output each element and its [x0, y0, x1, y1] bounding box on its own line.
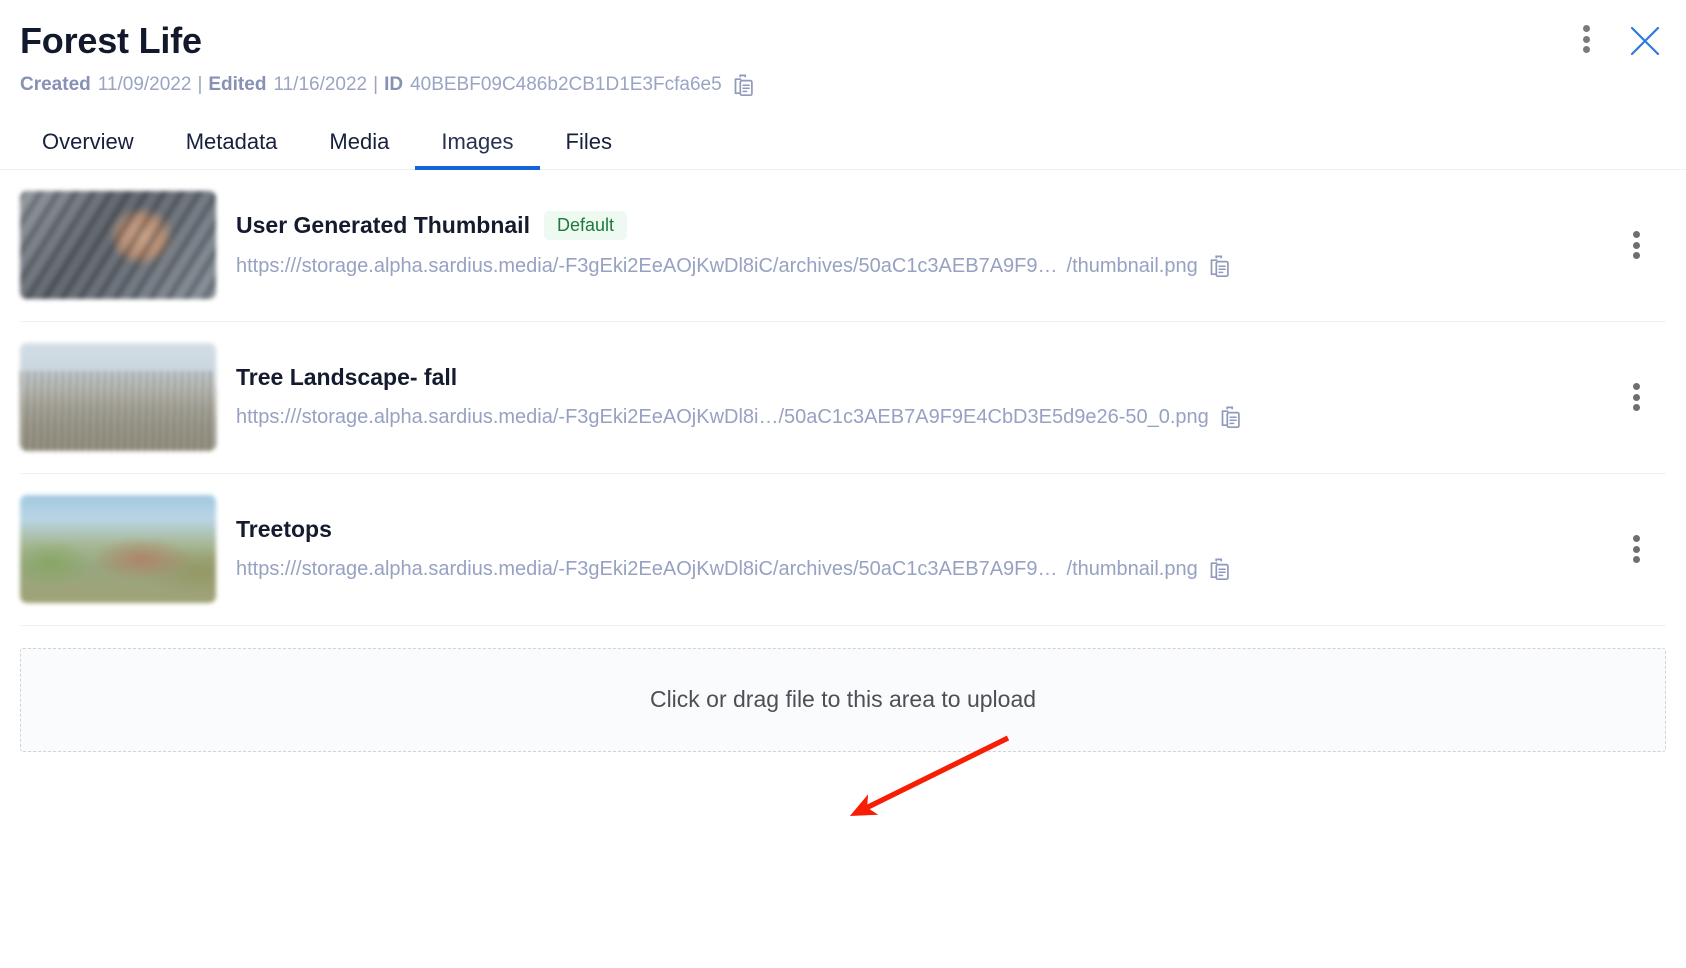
upload-section: Click or drag file to this area to uploa… — [0, 626, 1686, 752]
kebab-dot — [1582, 35, 1590, 43]
default-badge: Default — [543, 211, 628, 241]
kebab-dot — [1632, 535, 1640, 543]
window-controls — [1574, 22, 1664, 60]
copy-url-icon[interactable] — [1208, 255, 1232, 280]
image-url: https:///storage.alpha.sardius.media/-F3… — [236, 255, 1058, 278]
image-row-title-line: Treetops — [236, 516, 1606, 543]
tab-media[interactable]: Media — [303, 119, 415, 169]
created-value: 11/09/2022 — [97, 74, 192, 95]
image-title: Tree Landscape- fall — [236, 364, 458, 391]
image-row-menu-button[interactable] — [1606, 380, 1666, 414]
image-url-tail: /thumbnail.png — [1066, 255, 1198, 278]
kebab-menu-icon — [1624, 380, 1648, 414]
image-row-body: Tree Landscape- fall https:///storage.al… — [236, 364, 1606, 430]
image-thumbnail[interactable] — [20, 343, 216, 452]
tab-overview[interactable]: Overview — [20, 119, 160, 169]
copy-id-icon[interactable] — [732, 74, 756, 99]
kebab-dot — [1632, 393, 1640, 401]
image-url: https:///storage.alpha.sardius.media/-F3… — [236, 406, 1209, 429]
kebab-dot — [1632, 231, 1640, 239]
kebab-dot — [1632, 556, 1640, 564]
kebab-menu-icon — [1624, 532, 1648, 566]
page-title: Forest Life — [20, 20, 202, 61]
edited-value: 11/16/2022 — [273, 74, 368, 95]
kebab-dot — [1632, 545, 1640, 553]
tab-files[interactable]: Files — [540, 119, 638, 169]
image-row[interactable]: Tree Landscape- fall https:///storage.al… — [20, 322, 1666, 474]
tab-images[interactable]: Images — [415, 119, 540, 170]
kebab-dot — [1632, 383, 1640, 391]
meta-separator-1: | — [197, 74, 203, 95]
panel-more-menu-button[interactable] — [1574, 22, 1598, 56]
created-label: Created — [20, 74, 91, 95]
image-thumbnail[interactable] — [20, 191, 216, 300]
image-row[interactable]: Treetops https:///storage.alpha.sardius.… — [20, 474, 1666, 626]
metadata-line: Created 11/09/2022 | Edited 11/16/2022 |… — [20, 72, 1662, 99]
image-row[interactable]: User Generated Thumbnail Default https:/… — [20, 170, 1666, 322]
image-row-body: Treetops https:///storage.alpha.sardius.… — [236, 516, 1606, 582]
tab-bar: Overview Metadata Media Images Files — [0, 119, 1686, 170]
image-detail-panel: Forest Life Created 11/09/2022 | Edited … — [0, 0, 1686, 968]
image-row-menu-button[interactable] — [1606, 532, 1666, 566]
image-thumbnail[interactable] — [20, 495, 216, 604]
kebab-menu-icon — [1624, 228, 1648, 262]
id-value: 40BEBF09C486b2CB1D1E3Fcfa6e5 — [410, 74, 722, 95]
image-title: User Generated Thumbnail — [236, 212, 530, 239]
thumbnail-image — [20, 343, 216, 452]
image-url-line: https:///storage.alpha.sardius.media/-F3… — [236, 557, 1606, 582]
panel-header: Forest Life Created 11/09/2022 | Edited … — [0, 0, 1686, 99]
edited-label: Edited — [208, 74, 267, 95]
kebab-dot — [1582, 25, 1590, 32]
image-row-title-line: Tree Landscape- fall — [236, 364, 1606, 391]
thumbnail-image — [20, 191, 216, 300]
image-url: https:///storage.alpha.sardius.media/-F3… — [236, 558, 1058, 581]
image-url-line: https:///storage.alpha.sardius.media/-F3… — [236, 254, 1606, 279]
image-row-body: User Generated Thumbnail Default https:/… — [236, 211, 1606, 279]
image-url-tail: /thumbnail.png — [1066, 558, 1198, 581]
image-url-line: https:///storage.alpha.sardius.media/-F3… — [236, 405, 1606, 430]
kebab-dot — [1632, 404, 1640, 412]
thumbnail-image — [20, 495, 216, 604]
image-row-menu-button[interactable] — [1606, 228, 1666, 262]
image-list: User Generated Thumbnail Default https:/… — [0, 170, 1686, 626]
close-button[interactable] — [1626, 22, 1664, 60]
id-label: ID — [384, 74, 404, 95]
image-row-title-line: User Generated Thumbnail Default — [236, 211, 1606, 241]
upload-dropzone[interactable]: Click or drag file to this area to uploa… — [20, 647, 1666, 752]
kebab-dot — [1632, 252, 1640, 260]
upload-dropzone-label: Click or drag file to this area to uploa… — [649, 686, 1037, 713]
image-title: Treetops — [236, 516, 332, 543]
tab-metadata[interactable]: Metadata — [160, 119, 304, 169]
kebab-dot — [1582, 46, 1590, 53]
copy-url-icon[interactable] — [1219, 406, 1243, 431]
meta-separator-2: | — [373, 74, 379, 95]
kebab-dot — [1632, 241, 1640, 249]
copy-url-icon[interactable] — [1208, 558, 1232, 583]
